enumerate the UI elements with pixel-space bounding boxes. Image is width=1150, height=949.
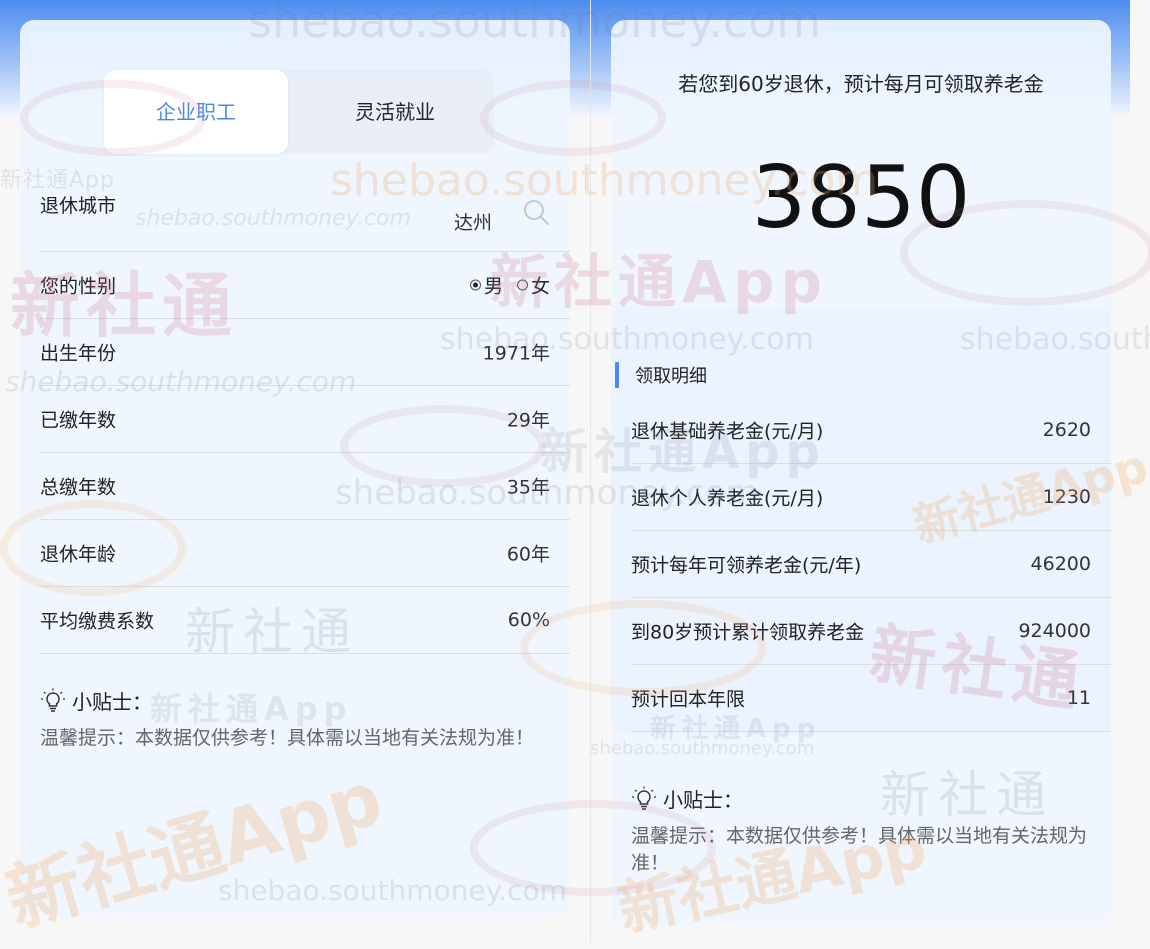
birth-year-label: 出生年份 [40, 342, 117, 365]
birth-year-row[interactable]: 出生年份 1971年 [40, 319, 570, 386]
detail-list: 退休基础养老金(元/月) 2620 退休个人养老金(元/月) 1230 预计每年… [631, 397, 1111, 732]
section-accent-bar [615, 362, 619, 388]
radio-unchecked-icon[interactable] [516, 279, 528, 291]
gender-label: 您的性别 [40, 275, 117, 298]
detail-row-cumulative-pension: 到80岁预计累计领取养老金 924000 [631, 598, 1111, 665]
tip-header: 小贴士： [40, 686, 575, 715]
total-years-row[interactable]: 总缴年数 35年 [40, 453, 570, 520]
gender-female-label: 女 [530, 275, 550, 298]
detail-label: 到80岁预计累计领取养老金 [631, 621, 865, 644]
detail-value: 46200 [1030, 553, 1091, 575]
paid-years-label: 已缴年数 [40, 409, 117, 432]
detail-value: 924000 [1018, 620, 1091, 642]
lightbulb-icon [632, 786, 656, 810]
detail-value: 1230 [1042, 486, 1091, 508]
detail-label: 退休基础养老金(元/月) [631, 420, 824, 443]
gender-option-female[interactable]: 女 [516, 272, 550, 299]
avg-ratio-row[interactable]: 平均缴费系数 60% [40, 587, 570, 654]
detail-row-payback-years: 预计回本年限 11 [631, 665, 1111, 732]
detail-value: 2620 [1042, 419, 1091, 441]
gender-male-label: 男 [483, 275, 503, 298]
birth-year-value[interactable]: 1971年 [483, 339, 550, 366]
result-tip: 小贴士： 温馨提示：本数据仅供参考！具体需以当地有关法规为准！ [631, 784, 1106, 877]
calculator-tip: 小贴士： 温馨提示：本数据仅供参考！具体需以当地有关法规为准！ [40, 686, 575, 752]
detail-label: 预计每年可领养老金(元/年) [631, 554, 862, 577]
detail-section-header: 领取明细 [615, 355, 707, 395]
detail-row-yearly-pension: 预计每年可领养老金(元/年) 46200 [631, 531, 1111, 598]
detail-section-title: 领取明细 [635, 366, 707, 387]
tip-title: 小贴士： [663, 788, 743, 812]
total-years-label: 总缴年数 [40, 476, 117, 499]
avg-ratio-label: 平均缴费系数 [40, 610, 155, 633]
gender-radio-group: 男 女 [469, 272, 550, 299]
detail-value: 11 [1066, 687, 1091, 709]
detail-label: 退休个人养老金(元/月) [631, 487, 824, 510]
gender-row: 您的性别 男 女 [40, 252, 570, 319]
monthly-pension-amount: 3850 [751, 148, 971, 248]
lightbulb-icon [41, 688, 65, 712]
paid-years-value[interactable]: 29年 [507, 406, 550, 433]
tip-title: 小贴士： [72, 690, 152, 714]
tip-text: 温馨提示：本数据仅供参考！具体需以当地有关法规为准！ [40, 727, 535, 749]
radio-checked-icon[interactable] [469, 279, 481, 291]
retire-city-row[interactable]: 退休城市 达州 [40, 163, 570, 252]
retire-age-value[interactable]: 60年 [507, 540, 550, 567]
avg-ratio-value[interactable]: 60% [508, 609, 550, 631]
detail-row-basic-pension: 退休基础养老金(元/月) 2620 [631, 397, 1111, 464]
tab-enterprise-employee[interactable]: 企业职工 [104, 70, 288, 154]
tip-header: 小贴士： [631, 784, 1106, 813]
tip-text: 温馨提示：本数据仅供参考！具体需以当地有关法规为准！ [631, 825, 1088, 874]
tab-flexible-employment[interactable]: 灵活就业 [310, 70, 480, 154]
calculator-form: 退休城市 达州 您的性别 男 女 出生年份 1971年 已缴年数 29年 总缴年… [40, 163, 570, 654]
retire-age-label: 退休年龄 [40, 543, 117, 566]
retire-city-value[interactable]: 达州 [454, 208, 492, 235]
employment-type-tabs: 企业职工 灵活就业 [104, 70, 494, 154]
detail-label: 预计回本年限 [631, 688, 746, 711]
result-title: 若您到60岁退休，预计每月可领取养老金 [678, 72, 1044, 96]
search-icon[interactable] [522, 198, 550, 226]
total-years-value[interactable]: 35年 [507, 473, 550, 500]
detail-row-personal-pension: 退休个人养老金(元/月) 1230 [631, 464, 1111, 531]
screen-divider [590, 0, 591, 943]
calculator-panel: 企业职工 灵活就业 退休城市 达州 您的性别 男 女 出生年份 1971年 已缴… [20, 20, 570, 915]
gender-option-male[interactable]: 男 [469, 272, 503, 299]
retire-age-row[interactable]: 退休年龄 60年 [40, 520, 570, 587]
retire-city-label: 退休城市 [40, 195, 117, 217]
paid-years-row[interactable]: 已缴年数 29年 [40, 386, 570, 453]
